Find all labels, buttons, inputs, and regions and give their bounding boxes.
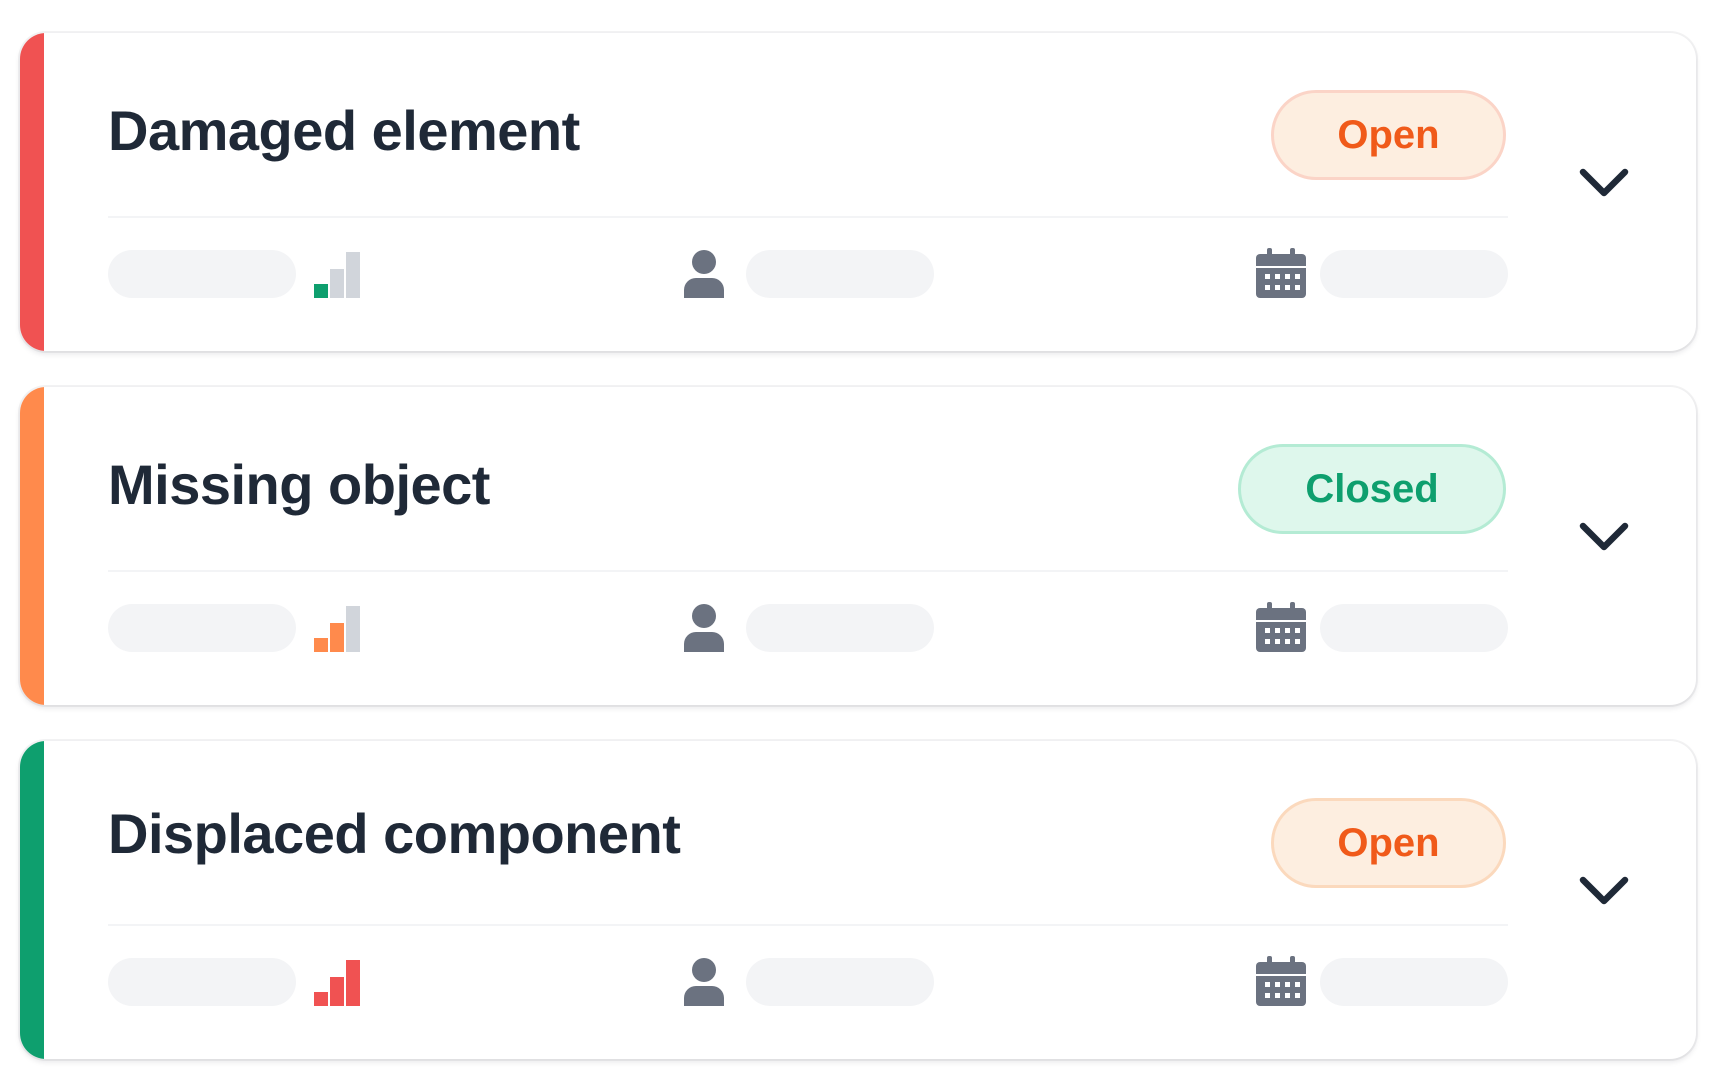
assignee-placeholder [746,250,934,298]
priority-bar-2 [330,269,344,298]
divider [108,570,1508,572]
person-icon [684,604,724,652]
chevron-down-icon[interactable] [1578,875,1630,907]
priority-bar-3 [346,252,360,298]
priority-placeholder [108,604,296,652]
date-placeholder [1320,250,1508,298]
person-icon [684,250,724,298]
date-placeholder [1320,958,1508,1006]
issue-card[interactable]: Missing object Closed [20,387,1696,705]
priority-bar-3 [346,606,360,652]
status-badge: Open [1271,798,1506,888]
assignee-placeholder [746,604,934,652]
status-badge: Closed [1238,444,1506,534]
issue-title: Damaged element [108,99,580,162]
calendar-icon [1256,248,1306,298]
date-placeholder [1320,604,1508,652]
divider [108,924,1508,926]
priority-bar-1 [314,284,328,298]
issue-title: Missing object [108,453,490,516]
priority-placeholder [108,250,296,298]
signal-bars-icon [314,252,360,298]
chevron-down-icon[interactable] [1578,167,1630,199]
issue-title: Displaced component [108,802,681,865]
priority-accent-bar [20,387,44,705]
status-badge: Open [1271,90,1506,180]
chevron-down-icon[interactable] [1578,521,1630,553]
priority-placeholder [108,958,296,1006]
priority-bar-1 [314,992,328,1006]
divider [108,216,1508,218]
priority-accent-bar [20,33,44,351]
calendar-icon [1256,602,1306,652]
assignee-placeholder [746,958,934,1006]
calendar-icon [1256,956,1306,1006]
signal-bars-icon [314,960,360,1006]
issue-card[interactable]: Damaged element Open [20,33,1696,351]
issue-card[interactable]: Displaced component Open [20,741,1696,1059]
person-icon [684,958,724,1006]
signal-bars-icon [314,606,360,652]
priority-bar-2 [330,623,344,652]
priority-bar-2 [330,977,344,1006]
priority-accent-bar [20,741,44,1059]
priority-bar-3 [346,960,360,1006]
priority-bar-1 [314,638,328,652]
